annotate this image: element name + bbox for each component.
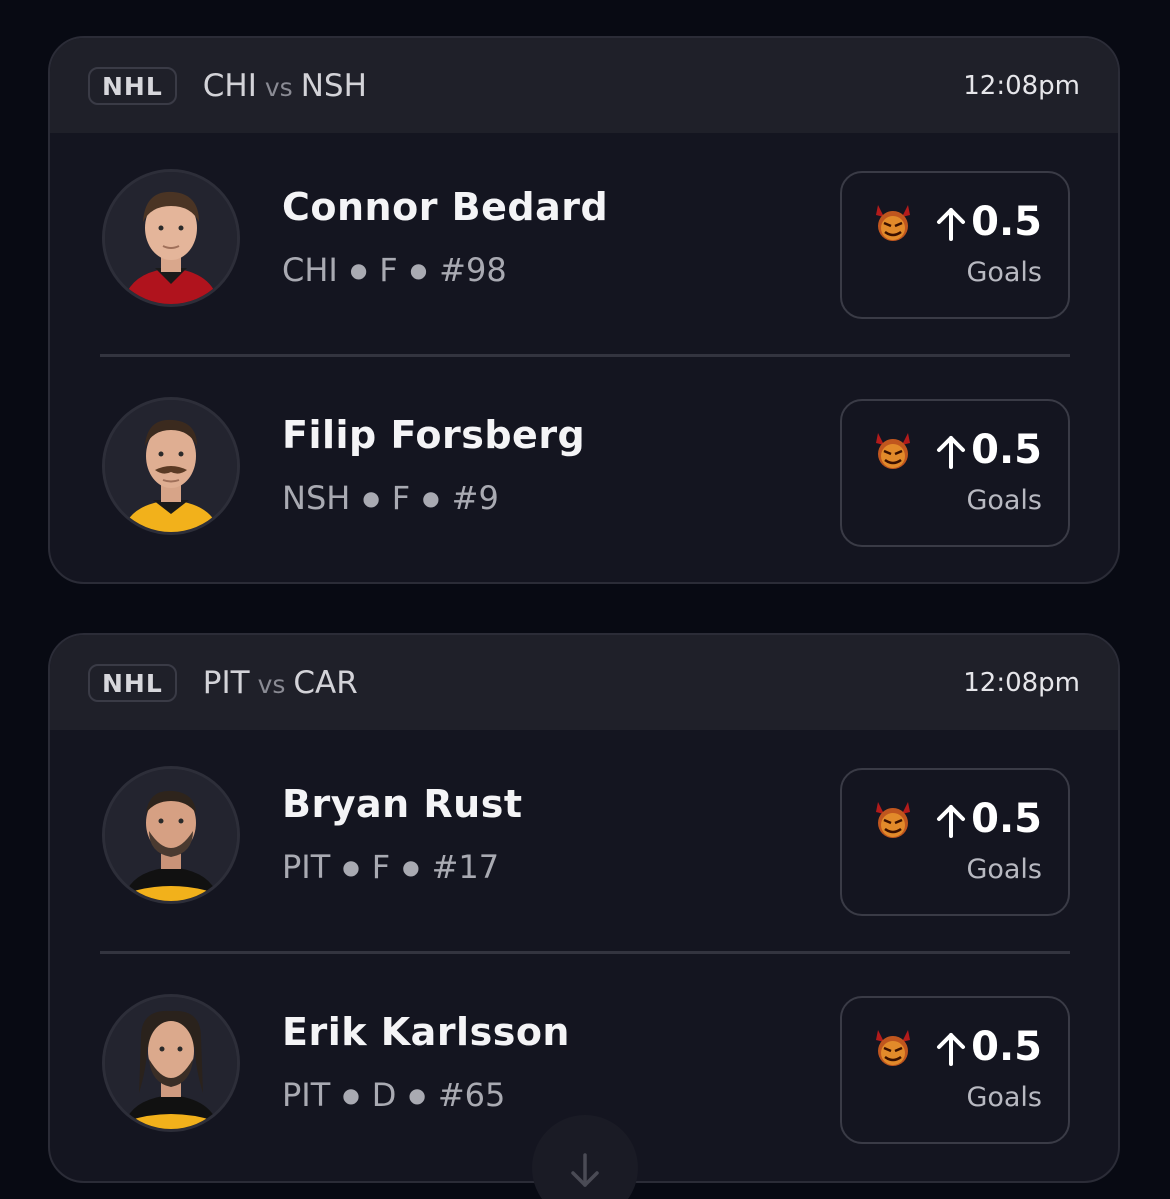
away-team: CHI (202, 67, 257, 104)
pick-line-value: 0.5 (971, 1024, 1042, 1070)
devil-emoji-icon (876, 433, 910, 469)
game-time: 12:08pm (963, 70, 1080, 101)
game-card-header: NHL PIT vs CAR 12:08pm (50, 635, 1118, 730)
player-meta: PIT ● F ● #17 (282, 848, 499, 886)
player-team: CHI (282, 251, 338, 289)
league-badge: NHL (88, 66, 177, 105)
player-position: F (371, 848, 391, 886)
picks-screen: NHL CHI vs NSH 12:08pm Connor Bedard CHI… (0, 0, 1170, 1199)
player-position: F (379, 251, 398, 289)
player-meta: PIT ● D ● #65 (282, 1076, 505, 1114)
player-meta: CHI ● F ● #98 (282, 251, 507, 289)
separator-dot: ● (349, 258, 368, 282)
up-arrow-icon (937, 805, 965, 838)
separator-dot: ● (409, 258, 428, 282)
separator-dot: ● (342, 1083, 360, 1107)
vs-label: vs (257, 669, 286, 699)
up-arrow-icon (937, 1033, 965, 1066)
pick-stat-label: Goals (966, 1082, 1042, 1113)
pick-line-value: 0.5 (971, 796, 1042, 842)
player-number: #65 (437, 1076, 506, 1114)
player-avatar (102, 397, 240, 535)
down-arrow-icon (571, 1153, 599, 1187)
player-team: NSH (282, 479, 351, 517)
player-number: #9 (451, 479, 499, 517)
separator-dot: ● (342, 855, 360, 879)
separator-dot: ● (402, 855, 420, 879)
home-team: NSH (300, 67, 367, 104)
devil-emoji-icon (876, 1030, 910, 1066)
pick-line-value: 0.5 (971, 199, 1042, 245)
league-badge: NHL (88, 663, 177, 702)
away-team: PIT (202, 664, 250, 701)
devil-emoji-icon (876, 205, 910, 241)
up-arrow-icon (937, 208, 965, 241)
devil-emoji-icon (876, 802, 910, 838)
player-number: #17 (431, 848, 500, 886)
player-position: F (391, 479, 411, 517)
pick-stat-label: Goals (966, 485, 1042, 516)
player-row[interactable]: Connor Bedard CHI ● F ● #98 0.5 Goals (50, 133, 1118, 361)
player-position: D (371, 1076, 397, 1114)
game-card-header: NHL CHI vs NSH 12:08pm (50, 38, 1118, 133)
pick-line-value: 0.5 (971, 427, 1042, 473)
pick-stat-label: Goals (966, 854, 1042, 885)
player-avatar (102, 766, 240, 904)
row-divider (100, 951, 1070, 954)
game-time: 12:08pm (963, 667, 1080, 698)
player-meta: NSH ● F ● #9 (282, 479, 499, 517)
separator-dot: ● (362, 486, 380, 510)
separator-dot: ● (408, 1083, 426, 1107)
player-number: #98 (439, 251, 507, 289)
player-row[interactable]: Bryan Rust PIT ● F ● #17 0.5 Goals (50, 730, 1118, 958)
pick-box[interactable]: 0.5 Goals (840, 768, 1070, 916)
row-divider (100, 354, 1070, 357)
pick-box[interactable]: 0.5 Goals (840, 171, 1070, 319)
player-row[interactable]: Filip Forsberg NSH ● F ● #9 0.5 Goals (50, 361, 1118, 582)
pick-box[interactable]: 0.5 Goals (840, 399, 1070, 547)
pick-stat-label: Goals (966, 257, 1042, 288)
home-team: CAR (293, 664, 358, 701)
pick-box[interactable]: 0.5 Goals (840, 996, 1070, 1144)
matchup: PIT vs CAR (203, 665, 358, 701)
player-name: Bryan Rust (282, 782, 523, 826)
player-name: Erik Karlsson (282, 1010, 570, 1054)
player-team: PIT (282, 848, 331, 886)
player-name: Connor Bedard (282, 185, 609, 229)
game-card[interactable]: NHL CHI vs NSH 12:08pm Connor Bedard CHI… (48, 36, 1120, 584)
separator-dot: ● (422, 486, 440, 510)
matchup: CHI vs NSH (203, 68, 367, 104)
game-card[interactable]: NHL PIT vs CAR 12:08pm Bryan Rust PIT ● … (48, 633, 1120, 1183)
player-team: PIT (282, 1076, 331, 1114)
player-name: Filip Forsberg (282, 413, 586, 457)
player-avatar (102, 169, 240, 307)
vs-label: vs (264, 72, 293, 102)
player-avatar (102, 994, 240, 1132)
up-arrow-icon (937, 436, 965, 469)
